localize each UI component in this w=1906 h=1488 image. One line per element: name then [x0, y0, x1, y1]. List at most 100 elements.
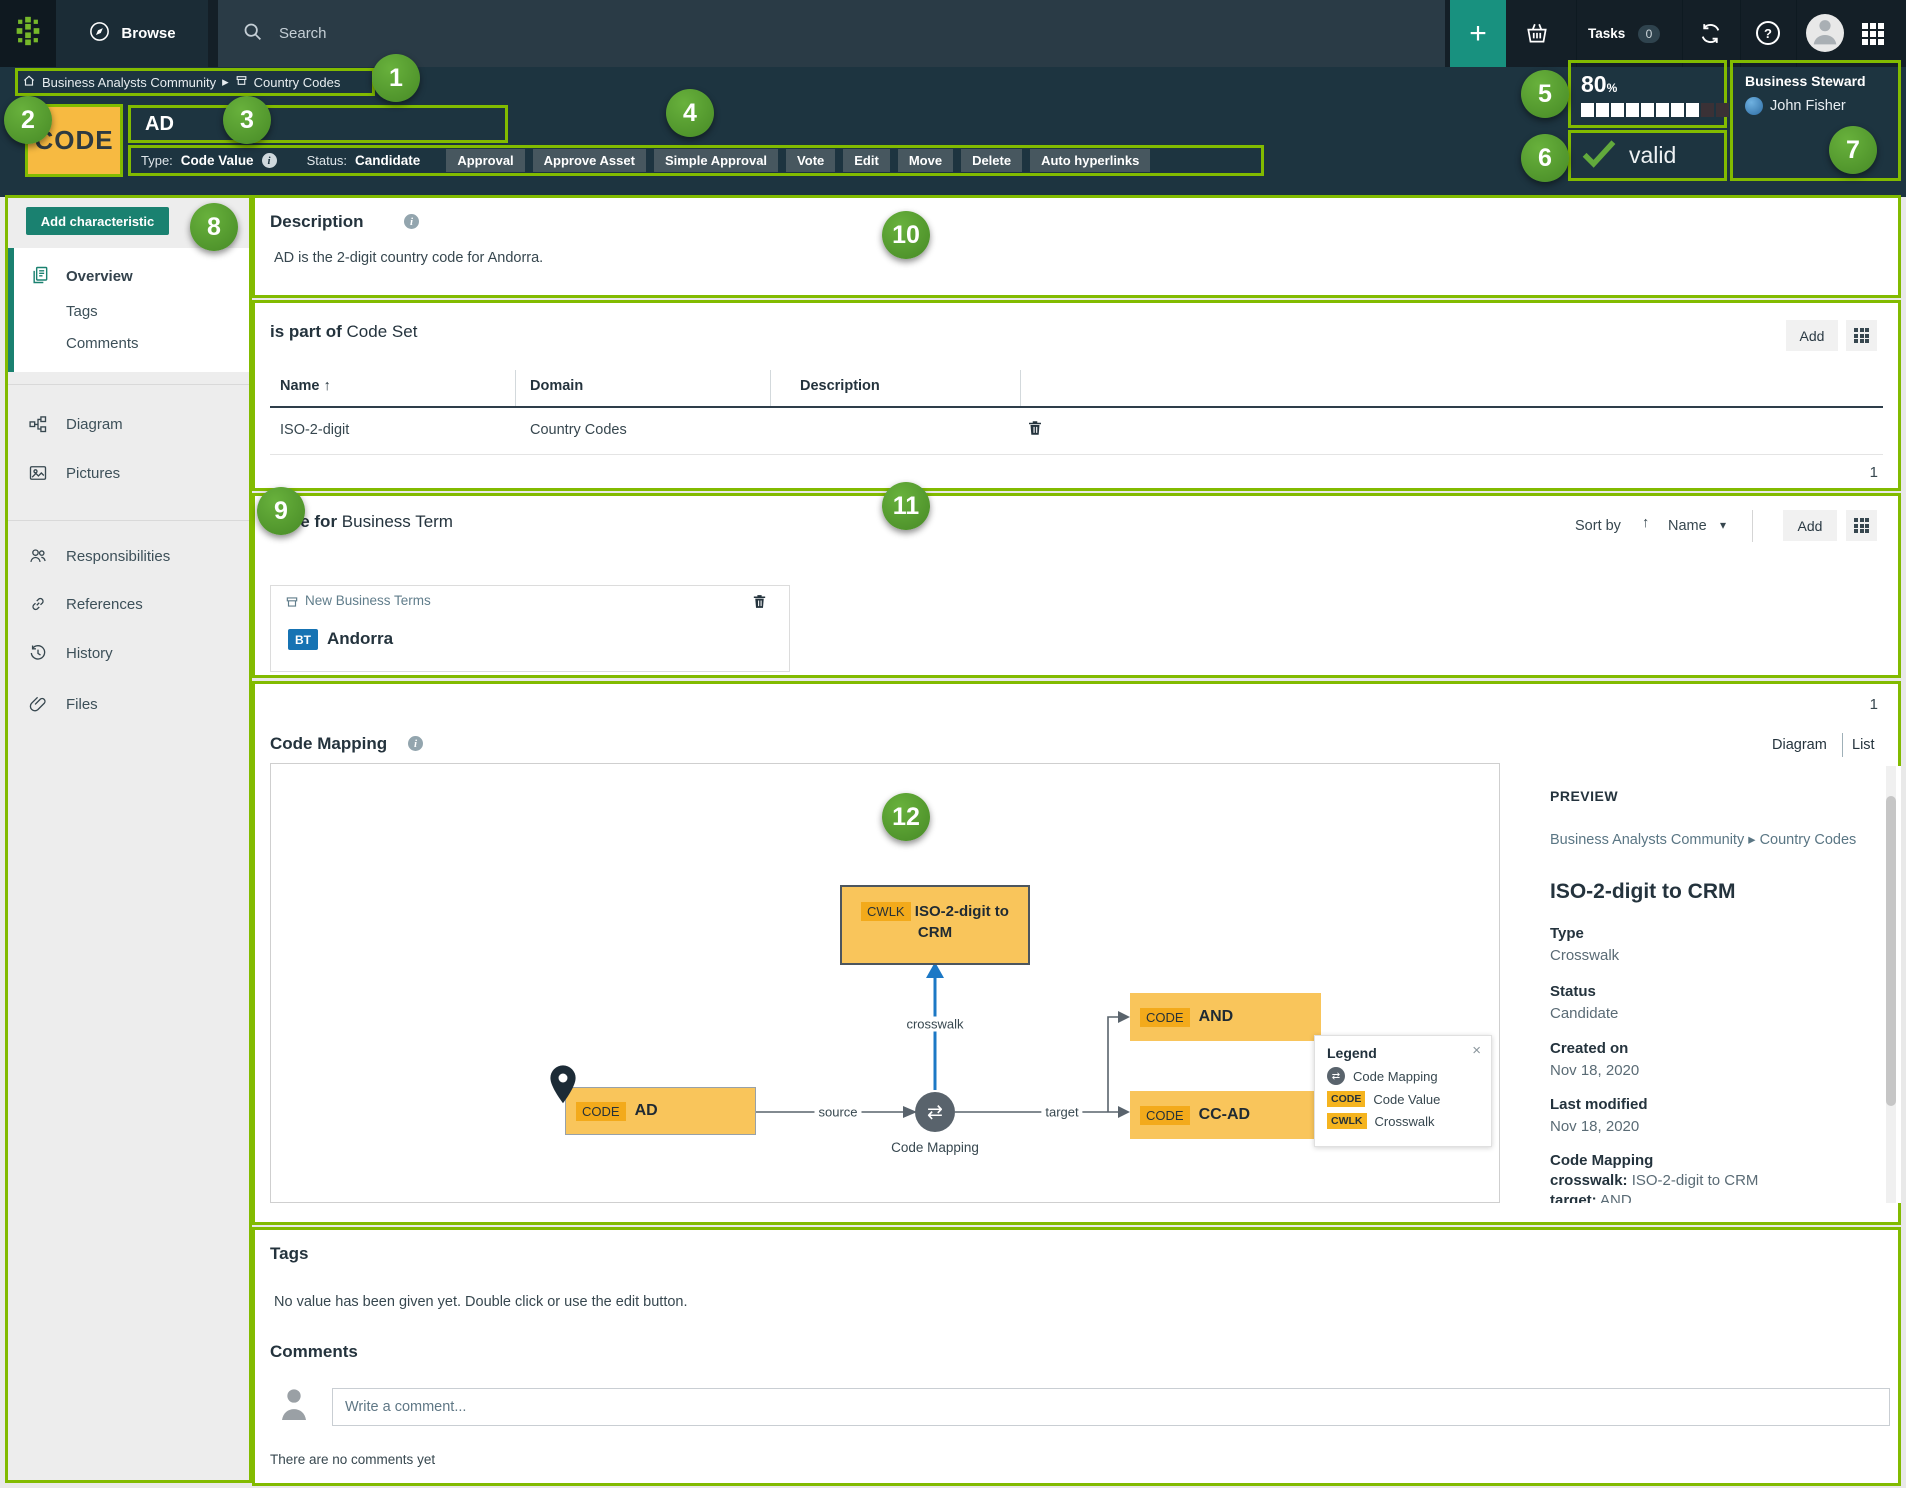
sidebar-item-diagram[interactable]: Diagram — [66, 416, 123, 433]
validity-label: valid — [1629, 142, 1676, 169]
sidebar-item-files[interactable]: Files — [66, 696, 98, 713]
vote-button[interactable]: Vote — [786, 149, 835, 172]
is-part-of-add-button[interactable]: Add — [1786, 320, 1838, 351]
steward-name[interactable]: John Fisher — [1770, 98, 1846, 114]
comment-input[interactable] — [332, 1388, 1890, 1426]
tasks-button[interactable]: Tasks — [1588, 26, 1625, 41]
sort-field-dropdown[interactable]: Name — [1668, 518, 1707, 534]
code-mapping-title: Code Mapping — [270, 734, 387, 754]
crosswalk-badge: CWLK — [1327, 1113, 1367, 1129]
annotation-circle-5: 5 — [1521, 70, 1569, 118]
card-delete-icon[interactable] — [751, 593, 769, 611]
status-label: Status: — [307, 153, 347, 168]
code-for-columns-button[interactable] — [1846, 510, 1877, 541]
annotation-circle-4: 4 — [666, 89, 714, 137]
description-info-icon[interactable]: i — [404, 214, 419, 229]
tags-title: Tags — [270, 1244, 308, 1264]
browse-label: Browse — [121, 25, 175, 42]
table-row-domain[interactable]: Country Codes — [530, 422, 627, 438]
asset-page: Browse + Tasks 0 ? Business Analysts Com… — [0, 0, 1906, 1488]
code-mapping-hub-icon[interactable]: ⇄ — [915, 1092, 955, 1132]
sync-icon[interactable] — [1698, 21, 1723, 51]
code-mapping-info-icon[interactable]: i — [408, 736, 423, 751]
legend-close-icon[interactable]: × — [1472, 1042, 1481, 1059]
preview-title[interactable]: ISO-2-digit to CRM — [1550, 880, 1735, 904]
source-node-label: AD — [635, 1102, 658, 1120]
breadcrumb-separator: ▸ — [222, 74, 229, 90]
sidebar-item-references[interactable]: References — [66, 596, 143, 613]
tags-empty-text[interactable]: No value has been given yet. Double clic… — [274, 1294, 688, 1310]
view-toggle-diagram[interactable]: Diagram — [1772, 737, 1827, 753]
table-header-rule — [270, 406, 1883, 408]
move-button[interactable]: Move — [898, 149, 953, 172]
sidebar-item-overview[interactable]: Overview — [66, 268, 133, 285]
row-delete-icon[interactable] — [1026, 419, 1044, 437]
compass-icon — [88, 20, 111, 47]
target-node-label: AND — [1199, 1008, 1234, 1026]
apps-grid-icon[interactable] — [1862, 23, 1884, 45]
code-type-badge: CODE — [1140, 1008, 1190, 1027]
user-avatar[interactable] — [1806, 14, 1844, 52]
completeness-box: 80% — [1568, 60, 1727, 128]
breadcrumb-community[interactable]: Business Analysts Community — [42, 75, 216, 90]
basket-icon[interactable] — [1524, 21, 1550, 52]
check-icon — [1581, 138, 1617, 173]
preview-scrollbar-thumb[interactable] — [1886, 796, 1896, 1106]
person-icon — [1808, 15, 1842, 52]
search-input[interactable] — [277, 24, 881, 43]
preview-mapping-label: Code Mapping — [1550, 1152, 1653, 1169]
column-divider — [515, 370, 516, 406]
edit-button[interactable]: Edit — [843, 149, 890, 172]
help-icon[interactable]: ? — [1756, 21, 1780, 45]
diagram-node-source[interactable]: CODE AD — [565, 1087, 756, 1135]
delete-button[interactable]: Delete — [961, 149, 1022, 172]
description-text: AD is the 2-digit country code for Andor… — [274, 250, 543, 266]
business-term-card[interactable]: New Business Terms BT Andorra — [270, 585, 790, 672]
breadcrumb-domain[interactable]: Country Codes — [254, 75, 341, 90]
is-part-of-columns-button[interactable] — [1846, 320, 1877, 351]
topbar-divider — [1740, 0, 1741, 67]
diagram-node-target-1[interactable]: CODE AND — [1130, 993, 1321, 1041]
type-value: Code Value — [181, 153, 254, 168]
sidebar-item-comments[interactable]: Comments — [66, 335, 139, 352]
sidebar-item-tags[interactable]: Tags — [66, 303, 98, 320]
code-for-add-button[interactable]: Add — [1783, 510, 1837, 541]
diagram-node-crosswalk[interactable]: CWLK ISO-2-digit to CRM — [840, 885, 1030, 965]
app-logo[interactable] — [0, 0, 56, 67]
asset-title: AD — [145, 113, 174, 136]
home-icon — [22, 74, 36, 91]
view-toggle-list[interactable]: List — [1852, 737, 1875, 753]
approve-asset-button[interactable]: Approve Asset — [533, 149, 646, 172]
create-asset-button[interactable]: + — [1450, 0, 1506, 67]
sidebar-item-history[interactable]: History — [66, 645, 113, 662]
comment-avatar — [278, 1386, 310, 1427]
crosswalk-node-label: ISO-2-digit to CRM — [915, 903, 1009, 941]
code-value-badge: CODE — [1327, 1091, 1365, 1107]
auto-hyperlinks-button[interactable]: Auto hyperlinks — [1030, 149, 1150, 172]
preview-panel: PREVIEW Business Analysts Community ▸ Co… — [1509, 766, 1901, 1203]
search-icon — [242, 21, 263, 47]
legend-item: CWLKCrosswalk — [1327, 1113, 1479, 1129]
diagram-node-target-2[interactable]: CODE CC-AD — [1130, 1091, 1321, 1139]
overview-icon — [30, 265, 50, 285]
tags-comments-section — [252, 1227, 1901, 1486]
sort-by-label: Sort by — [1575, 518, 1621, 534]
chevron-down-icon[interactable]: ▾ — [1720, 518, 1726, 532]
sidebar-item-pictures[interactable]: Pictures — [66, 465, 120, 482]
asset-status-row: Type: Code Value i Status: Candidate App… — [128, 145, 1264, 176]
column-header-name[interactable]: Name ↑ — [280, 378, 331, 394]
simple-approval-button[interactable]: Simple Approval — [654, 149, 778, 172]
add-characteristic-button[interactable]: Add characteristic — [26, 207, 169, 235]
business-term-name[interactable]: Andorra — [327, 629, 393, 649]
sidebar-divider — [8, 384, 249, 385]
table-row-name[interactable]: ISO-2-digit — [280, 422, 349, 438]
column-header-description[interactable]: Description — [800, 378, 880, 394]
column-header-domain[interactable]: Domain — [530, 378, 583, 394]
approval-button[interactable]: Approval — [446, 149, 524, 172]
sort-direction-icon[interactable]: ↑ — [1642, 515, 1649, 531]
annotation-circle-1: 1 — [372, 54, 420, 102]
browse-button[interactable]: Browse — [56, 0, 208, 67]
domain-icon — [285, 595, 299, 614]
type-info-icon[interactable]: i — [262, 153, 277, 168]
sidebar-item-responsibilities[interactable]: Responsibilities — [66, 548, 170, 565]
